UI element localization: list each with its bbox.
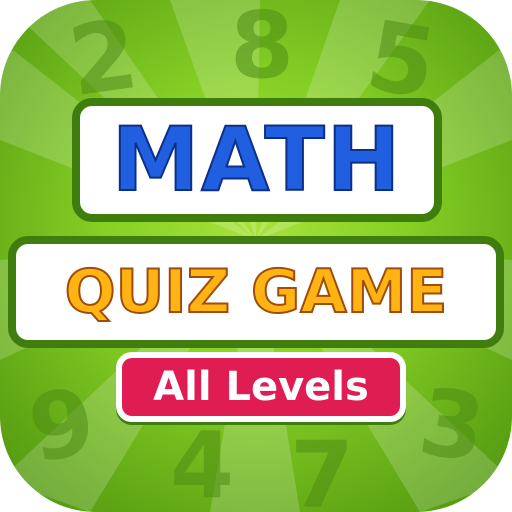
subtitle-panel: QUIZ GAME [8, 236, 504, 348]
background-digit: 8 [230, 0, 295, 99]
background-digit: 3 [412, 368, 492, 483]
app-icon[interactable]: 2 8 5 9 4 7 3 MATH QUIZ GAME All Levels [0, 0, 512, 512]
levels-badge: All Levels [116, 352, 406, 422]
game-subtitle: QUIZ GAME [64, 257, 449, 327]
background-digit: 2 [62, 0, 145, 119]
background-digit: 7 [290, 422, 355, 512]
game-title: MATH [111, 108, 403, 211]
levels-badge-label: All Levels [153, 364, 369, 410]
title-panel: MATH [72, 98, 442, 222]
background-digit: 4 [170, 412, 235, 512]
